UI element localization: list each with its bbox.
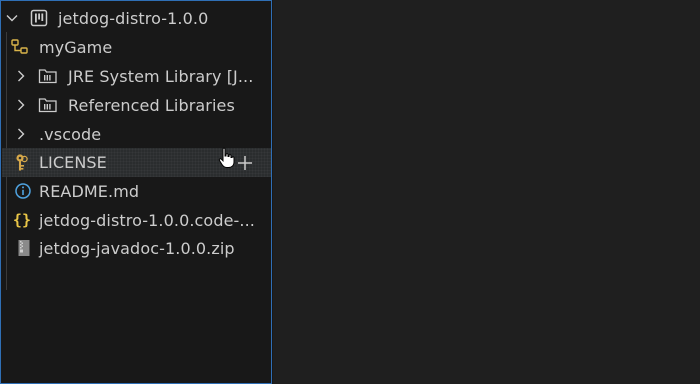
tree-item-label: jetdog-distro-1.0.0.code-...: [39, 210, 255, 230]
explorer-panel: jetdog-distro-1.0.0 myGame JRE System Li…: [0, 0, 272, 384]
hand-cursor-icon: [218, 147, 236, 169]
project-root-row[interactable]: jetdog-distro-1.0.0: [2, 4, 271, 32]
tree-item-javadoc-zip[interactable]: jetdog-javadoc-1.0.0.zip: [2, 234, 271, 262]
tree-item-mygame[interactable]: myGame: [2, 33, 271, 61]
tree-item-referenced-libraries[interactable]: Referenced Libraries: [2, 91, 271, 119]
tree-item-vscode-folder[interactable]: .vscode: [2, 120, 271, 148]
tree-item-label: .vscode: [39, 124, 102, 144]
tree-item-label: myGame: [39, 37, 113, 57]
chevron-right-icon[interactable]: [14, 127, 28, 141]
tree-item-label: README.md: [39, 181, 140, 201]
tree-item-label: jetdog-javadoc-1.0.0.zip: [39, 238, 235, 258]
tree-node-icon: [10, 37, 30, 57]
tree-item-jre-system-library[interactable]: JRE System Library [J...: [2, 62, 271, 90]
chevron-right-icon[interactable]: [14, 98, 28, 112]
library-folder-icon: [38, 66, 58, 86]
editor-empty-area: [273, 0, 700, 384]
project-label: jetdog-distro-1.0.0: [58, 8, 209, 28]
license-key-icon: [12, 153, 32, 173]
json-braces-icon: {}: [12, 211, 32, 229]
plus-icon[interactable]: [235, 153, 255, 173]
tree-item-readme[interactable]: README.md: [2, 177, 271, 205]
chevron-down-icon[interactable]: [5, 11, 19, 25]
project-icon: [29, 8, 49, 28]
chevron-right-icon[interactable]: [14, 69, 28, 83]
tree-item-label: LICENSE: [39, 153, 107, 172]
info-icon: [13, 181, 33, 201]
zip-archive-icon: [14, 238, 34, 258]
library-folder-icon: [38, 95, 58, 115]
tree-item-label: JRE System Library [J...: [68, 66, 254, 86]
tree-item-label: Referenced Libraries: [68, 95, 235, 115]
tree-item-code-workspace[interactable]: {} jetdog-distro-1.0.0.code-...: [2, 206, 271, 234]
